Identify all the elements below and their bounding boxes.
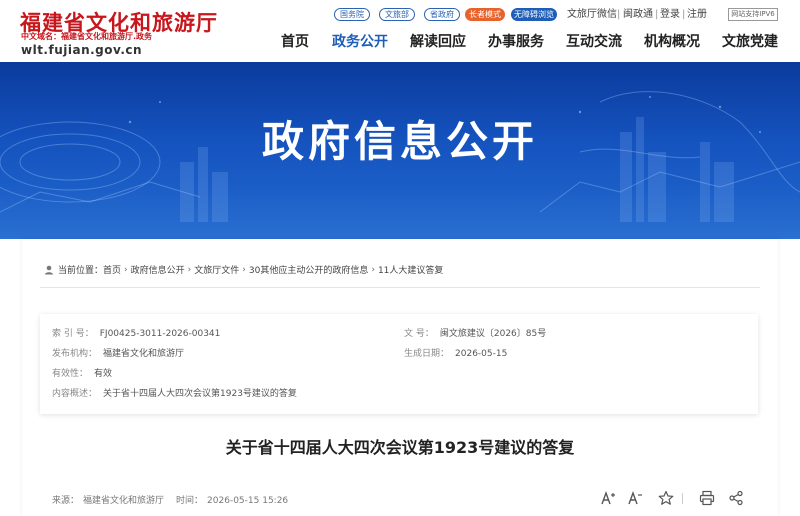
site-url[interactable]: wlt.fujian.gov.cn [21,43,142,57]
banner-title: 政府信息公开 [261,117,538,166]
nav-home[interactable]: 首页 [281,31,309,51]
content-card: 当前位置： 首页 › 政府信息公开 › 文旅厅文件 › 30其他应主动公开的政府… [22,239,778,516]
minzhengtong-link[interactable]: 闽政通 [623,8,653,21]
meta-label: 内容概述： [52,389,98,399]
meta-validity: 有效性： 有效 [52,366,112,379]
separator: | [682,9,686,20]
article-info: 来源： 福建省文化和旅游厅 时间： 2026-05-15 15:26 [52,493,288,506]
meta-org: 发布机构： 福建省文化和旅游厅 [52,346,184,359]
breadcrumb: 当前位置： 首页 › 政府信息公开 › 文旅厅文件 › 30其他应主动公开的政府… [44,263,443,276]
nav-interpretation[interactable]: 解读回应 [410,31,466,51]
breadcrumb-separator: › [124,264,128,275]
meta-value: FJ00425-3011-2026-00341 [99,329,221,339]
separator: | [655,9,659,20]
separator: | [617,9,621,20]
meta-value: 闽文旅建议〔2026〕85号 [439,329,547,339]
share-icon[interactable] [728,490,744,506]
meta-value: 福建省文化和旅游厅 [103,349,185,359]
meta-label: 发布机构： [52,349,98,359]
breadcrumb-separator: › [371,264,375,275]
ipv6-badge: 网站支持IPV6 [728,8,778,21]
breadcrumb-separator: › [242,264,246,275]
breadcrumb-documents[interactable]: 文旅厅文件 [194,263,239,276]
login-link[interactable]: 登录 [660,8,680,21]
accessibility-button[interactable]: 无障碍浏览 [511,8,557,21]
font-increase-icon[interactable] [600,490,616,506]
nav-interaction[interactable]: 互动交流 [566,31,622,51]
article-title: 关于省十四届人大四次会议第1923号建议的答复 [225,438,575,457]
meta-value: 有效 [94,369,113,379]
page-banner: 政府信息公开 [0,62,800,239]
breadcrumb-separator: › [187,264,192,275]
divider [40,287,760,288]
meta-value: 关于省十四届人大四次会议第1923号建议的答复 [103,389,297,399]
elder-mode-button[interactable]: 长者模式 [465,8,505,21]
source-value: 福建省文化和旅游厅 [83,496,165,506]
link-state-council[interactable]: 国务院 [334,8,370,21]
breadcrumb-home[interactable]: 首页 [103,263,121,276]
font-decrease-icon[interactable] [627,490,643,506]
meta-value: 2026-05-15 [455,349,508,359]
document-metadata: 索 引 号： FJ00425-3011-2026-00341 文 号： 闽文旅建议〔… [40,314,758,414]
breadcrumb-gov-info[interactable]: 政府信息公开 [131,263,185,276]
site-header: 福建省文化和旅游厅 中文域名：福建省文化和旅游厅.政务 wlt.fujian.g… [0,0,800,62]
toolbar-divider [682,493,683,504]
breadcrumb-npc-replies[interactable]: 11人大建议答复 [378,263,443,276]
register-link[interactable]: 注册 [687,8,707,21]
meta-label: 生成日期： [404,349,450,359]
favorite-icon[interactable] [658,490,674,506]
time-label: 时间： [176,496,204,506]
meta-label: 有效性： [52,369,89,379]
breadcrumb-other-info[interactable]: 30其他应主动公开的政府信息 [249,263,368,276]
location-icon [45,265,53,274]
breadcrumb-prefix: 当前位置： [58,266,104,276]
nav-organization[interactable]: 机构概况 [644,31,700,51]
meta-index: 索 引 号： FJ00425-3011-2026-00341 [52,326,220,339]
nav-gov-affairs[interactable]: 政务公开 [332,31,388,51]
meta-label: 索 引 号： [52,329,94,339]
link-ministry[interactable]: 文旅部 [379,8,415,21]
nav-services[interactable]: 办事服务 [488,31,544,51]
chinese-domain: 中文域名：福建省文化和旅游厅.政务 [21,32,153,41]
meta-summary: 内容概述： 关于省十四届人大四次会议第1923号建议的答复 [52,386,297,399]
time-value: 2026-05-15 15:26 [207,496,289,506]
meta-docno: 文 号： 闽文旅建议〔2026〕85号 [404,326,546,339]
wechat-link[interactable]: 文旅厅微信 [567,8,617,21]
meta-date: 生成日期： 2026-05-15 [404,346,507,359]
print-icon[interactable] [699,490,715,506]
source-label: 来源： [52,496,80,506]
nav-party[interactable]: 文旅党建 [722,31,778,51]
meta-label: 文 号： [404,329,434,339]
link-provincial-gov[interactable]: 省政府 [424,8,460,21]
